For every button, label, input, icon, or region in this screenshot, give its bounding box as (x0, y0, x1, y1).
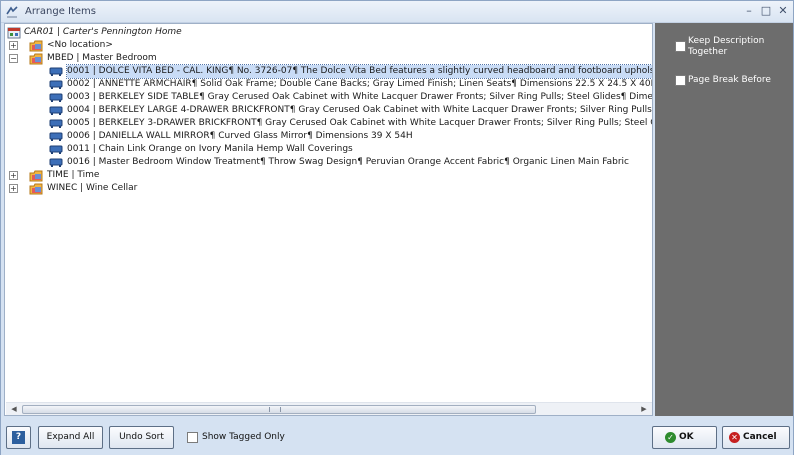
expand-icon[interactable]: + (9, 41, 18, 50)
root-code: CAR01 (24, 27, 55, 37)
location-folder-icon (29, 53, 43, 65)
tree-item-0016[interactable]: 0016 | Master Bedroom Window Treatment¶ … (49, 156, 652, 169)
page-break-before-label: Page Break Before (688, 75, 771, 85)
item-label: 0001 | DOLCE VITA BED - CAL. KING¶ No. 3… (66, 64, 652, 79)
help-button[interactable]: ? (6, 426, 31, 449)
item-label: 0016 | Master Bedroom Window Treatment¶ … (67, 157, 629, 167)
bottom-toolbar: ? Expand All Undo Sort Show Tagged Only … (1, 418, 793, 455)
expand-icon[interactable]: + (9, 171, 18, 180)
tree-group-time[interactable]: + TIME | Time (7, 169, 307, 182)
group-label: MBED | Master Bedroom (47, 53, 157, 63)
expand-all-button[interactable]: Expand All (38, 426, 103, 449)
maximize-button[interactable]: □ (758, 4, 774, 18)
furniture-item-icon (49, 119, 63, 128)
tree-group-mbed[interactable]: − MBED | Master Bedroom (7, 52, 307, 65)
group-label: TIME | Time (47, 170, 100, 180)
item-label: 0002 | ANNETTE ARMCHAIR¶ Solid Oak Frame… (67, 79, 653, 89)
tree-item-0004[interactable]: 0004 | BERKELEY LARGE 4-DRAWER BRICKFRON… (49, 104, 653, 117)
page-break-before-checkbox[interactable] (675, 75, 686, 86)
tree-item-0011[interactable]: 0011 | Chain Link Orange on Ivory Manila… (49, 143, 652, 156)
show-tagged-only-label: Show Tagged Only (202, 432, 285, 442)
location-folder-icon (29, 40, 43, 52)
undo-sort-button[interactable]: Undo Sort (109, 426, 174, 449)
tree-group-no-location[interactable]: + <No location> (7, 39, 307, 52)
tree-item-0001[interactable]: 0001 | DOLCE VITA BED - CAL. KING¶ No. 3… (49, 64, 652, 79)
show-tagged-only-checkbox[interactable] (187, 432, 198, 443)
arrange-items-dialog: Arrange Items – □ ✕ CAR01 | Carter's Pen… (0, 0, 794, 455)
cancel-icon: ✕ (729, 432, 740, 443)
minimize-button[interactable]: – (741, 4, 757, 18)
ok-label: OK (679, 432, 694, 442)
ok-button[interactable]: ✓ OK (652, 426, 717, 449)
grip-icon (269, 407, 281, 412)
options-panel: Keep Description Together Page Break Bef… (655, 23, 793, 416)
tree-item-0003[interactable]: 0003 | BERKELEY SIDE TABLE¶ Gray Cerused… (49, 91, 653, 104)
group-label: WINEC | Wine Cellar (47, 183, 138, 193)
location-folder-icon (29, 183, 43, 195)
item-label: 0004 | BERKELEY LARGE 4-DRAWER BRICKFRON… (67, 105, 653, 115)
furniture-item-icon (49, 132, 63, 141)
scrollbar-thumb[interactable] (22, 405, 536, 414)
item-label: 0005 | BERKELEY 3-DRAWER BRICKFRONT¶ Gra… (67, 118, 653, 128)
keep-description-together-label: Keep Description Together (688, 36, 765, 57)
item-label: 0003 | BERKELEY SIDE TABLE¶ Gray Cerused… (67, 92, 653, 102)
furniture-item-icon (49, 80, 63, 89)
tree-item-0002[interactable]: 0002 | ANNETTE ARMCHAIR¶ Solid Oak Frame… (49, 78, 653, 91)
tree-item-0005[interactable]: 0005 | BERKELEY 3-DRAWER BRICKFRONT¶ Gra… (49, 117, 653, 130)
keep-description-together-checkbox[interactable] (675, 41, 686, 52)
furniture-item-icon (49, 158, 63, 167)
expand-icon[interactable]: + (9, 184, 18, 193)
furniture-item-icon (49, 67, 63, 76)
project-icon (7, 27, 21, 39)
checkmark-icon: ✓ (665, 432, 676, 443)
location-folder-icon (29, 170, 43, 182)
furniture-item-icon (49, 106, 63, 115)
items-tree[interactable]: CAR01 | Carter's Pennington Home + <No l… (4, 23, 653, 416)
horizontal-scrollbar[interactable]: ◀ ▶ (6, 402, 652, 415)
scroll-left-icon[interactable]: ◀ (8, 404, 20, 415)
cancel-label: Cancel (743, 432, 777, 442)
tree-item-0006[interactable]: 0006 | DANIELLA WALL MIRROR¶ Curved Glas… (49, 130, 652, 143)
item-label: 0011 | Chain Link Orange on Ivory Manila… (67, 144, 353, 154)
group-label: <No location> (47, 40, 113, 50)
close-button[interactable]: ✕ (775, 4, 791, 18)
app-icon (6, 6, 18, 18)
tree-root[interactable]: CAR01 | Carter's Pennington Home (7, 26, 307, 39)
help-icon: ? (12, 431, 25, 444)
title-bar: Arrange Items – □ ✕ (1, 1, 793, 23)
window-title: Arrange Items (25, 6, 97, 17)
scroll-right-icon[interactable]: ▶ (638, 404, 650, 415)
item-label: 0006 | DANIELLA WALL MIRROR¶ Curved Glas… (67, 131, 413, 141)
root-name: Carter's Pennington Home (62, 27, 182, 37)
cancel-button[interactable]: ✕ Cancel (722, 426, 790, 449)
furniture-item-icon (49, 145, 63, 154)
tree-group-winec[interactable]: + WINEC | Wine Cellar (7, 182, 307, 195)
collapse-icon[interactable]: − (9, 54, 18, 63)
furniture-item-icon (49, 93, 63, 102)
